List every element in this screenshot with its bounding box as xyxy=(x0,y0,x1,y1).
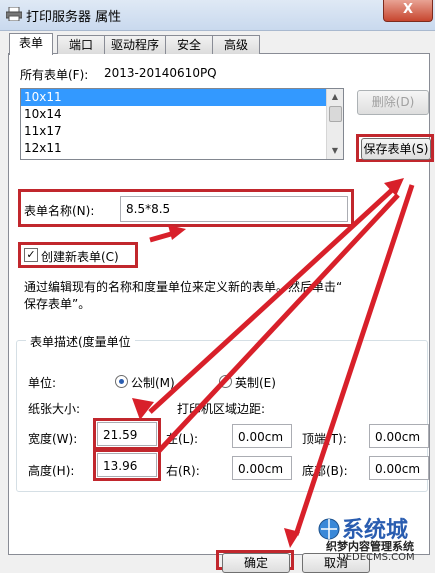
right-margin-label: 右(R): xyxy=(166,464,200,478)
forms-list[interactable]: 10x11 10x14 11x17 12x11 ▲ ▼ xyxy=(20,88,344,160)
tab-forms[interactable]: 表单 xyxy=(9,33,53,55)
ok-button[interactable]: 确定 xyxy=(222,553,290,573)
scroll-thumb[interactable] xyxy=(329,106,342,122)
group-title: 表单描述(度量单位 xyxy=(26,333,135,350)
form-name-label: 表单名称(N): xyxy=(24,204,95,218)
scroll-down-icon[interactable]: ▼ xyxy=(327,143,343,159)
create-new-checkbox[interactable]: ✓ xyxy=(24,248,38,262)
form-name-input[interactable]: 8.5*8.5 xyxy=(120,196,348,222)
scroll-up-icon[interactable]: ▲ xyxy=(327,89,343,105)
create-new-label: 创建新表单(C) xyxy=(41,250,119,264)
close-button[interactable]: X xyxy=(383,0,433,22)
height-label: 高度(H): xyxy=(28,464,75,478)
list-item[interactable]: 11x17 xyxy=(21,123,343,140)
top-margin-input[interactable]: 0.00cm xyxy=(369,424,429,448)
tab-advanced[interactable]: 高级 xyxy=(212,35,260,54)
list-item[interactable]: 10x14 xyxy=(21,106,343,123)
list-scrollbar[interactable]: ▲ ▼ xyxy=(326,89,343,159)
globe-logo-icon xyxy=(318,518,340,540)
tab-security[interactable]: 安全 xyxy=(165,35,213,54)
right-margin-input[interactable]: 0.00cm xyxy=(232,456,292,480)
tab-drivers[interactable]: 驱动程序 xyxy=(104,35,166,54)
left-margin-input[interactable]: 0.00cm xyxy=(232,424,292,448)
width-label: 宽度(W): xyxy=(28,432,78,446)
server-name: 2013-20140610PQ xyxy=(104,66,217,80)
tab-ports[interactable]: 端口 xyxy=(57,35,105,54)
left-margin-label: 左(L): xyxy=(166,432,199,446)
units-label: 单位: xyxy=(28,376,57,390)
watermark-line2: DEDECMS.COM xyxy=(338,552,415,563)
paper-size-label: 纸张大小: xyxy=(28,402,81,416)
list-item[interactable]: 12x11 xyxy=(21,140,343,157)
forms-list-label: 所有表单(F): xyxy=(20,68,89,82)
save-form-button[interactable]: 保存表单(S) xyxy=(361,138,431,160)
printer-icon xyxy=(6,7,22,21)
delete-button[interactable]: 删除(D) xyxy=(357,90,429,115)
metric-radio[interactable] xyxy=(115,375,128,388)
bottom-margin-input[interactable]: 0.00cm xyxy=(369,456,429,480)
imperial-radio[interactable] xyxy=(219,375,232,388)
list-item[interactable]: 10x11 xyxy=(21,89,343,106)
height-input[interactable]: 13.96 xyxy=(97,453,157,477)
window-title: 打印服务器 属性 xyxy=(26,10,122,25)
width-input[interactable]: 21.59 xyxy=(97,422,157,446)
bottom-margin-label: 底部(B): xyxy=(302,464,348,478)
description-line2: 保存表单”。 xyxy=(24,297,91,311)
metric-label: 公制(M) xyxy=(131,376,175,390)
top-margin-label: 顶端(T): xyxy=(302,432,347,446)
watermark: 系统城 织梦内容管理系统 DEDECMS.COM xyxy=(318,512,435,565)
description-line1: 通过编辑现有的名称和度量单位来定义新的表单。然后单击“ xyxy=(24,280,343,294)
margins-label: 打印机区域边距: xyxy=(177,402,266,416)
imperial-label: 英制(E) xyxy=(235,376,276,390)
